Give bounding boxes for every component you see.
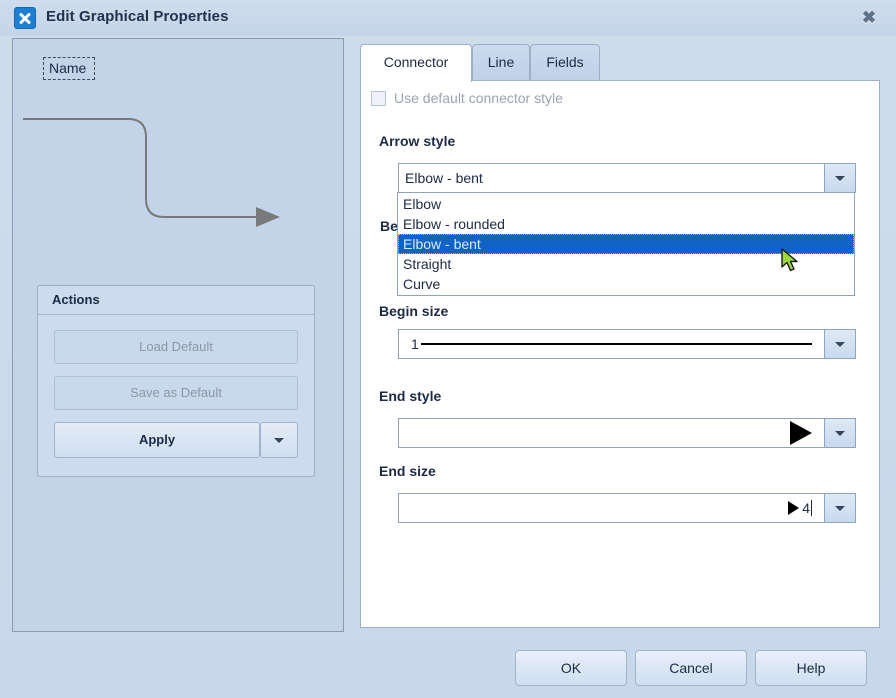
app-close-x-icon — [14, 7, 36, 29]
dropdown-option-straight[interactable]: Straight — [398, 254, 854, 274]
chevron-down-icon — [835, 175, 845, 181]
apply-dropdown-button[interactable] — [260, 422, 298, 458]
arrow-style-dropdown-button[interactable] — [824, 164, 855, 192]
tab-strip: Connector Line Fields — [360, 44, 880, 82]
begin-style-label-occluded: Be — [380, 218, 398, 234]
dialog-footer: OK Cancel Help — [0, 640, 896, 698]
end-size-value: 4 — [802, 500, 810, 516]
use-default-connector-style-label: Use default connector style — [394, 90, 563, 106]
apply-button[interactable]: Apply — [54, 422, 260, 458]
end-style-dropdown-button[interactable] — [824, 419, 855, 447]
connector-preview-panel: Name Actions Load Default Save as Defaul… — [12, 38, 344, 632]
connector-tab-panel: Use default connector style Arrow style … — [360, 80, 880, 628]
chevron-down-icon — [835, 430, 845, 436]
save-as-default-button[interactable]: Save as Default — [54, 376, 298, 410]
ok-button[interactable]: OK — [515, 650, 627, 686]
end-style-label: End style — [379, 388, 442, 404]
chevron-down-icon — [274, 438, 284, 444]
tab-fields[interactable]: Fields — [530, 44, 600, 80]
arrow-style-combobox[interactable]: Elbow - bent — [398, 163, 856, 193]
dialog-window: Edit Graphical Properties ✖ Name Actions… — [0, 0, 896, 698]
end-size-label: End size — [379, 463, 436, 479]
use-default-connector-style-row[interactable]: Use default connector style — [371, 90, 563, 106]
actions-group: Actions Load Default Save as Default App… — [37, 285, 315, 477]
dropdown-option-elbow-bent[interactable]: Elbow - bent — [398, 234, 854, 254]
begin-size-dropdown-button[interactable] — [824, 330, 855, 358]
solid-arrowhead-icon — [790, 421, 812, 445]
chevron-down-icon — [835, 341, 845, 347]
load-default-button[interactable]: Load Default — [54, 330, 298, 364]
page-title: Edit Graphical Properties — [46, 8, 229, 25]
dropdown-option-elbow-rounded[interactable]: Elbow - rounded — [398, 214, 854, 234]
end-size-combobox[interactable]: 4 — [398, 493, 856, 523]
text-caret — [811, 500, 812, 516]
connector-preview-graphic — [23, 118, 280, 227]
title-bar: Edit Graphical Properties ✖ — [0, 0, 896, 36]
actions-group-title: Actions — [52, 292, 100, 307]
arrow-style-dropdown-list[interactable]: Elbow Elbow - rounded Elbow - bent Strai… — [397, 192, 855, 296]
chevron-down-icon — [835, 505, 845, 511]
begin-size-line-preview — [420, 343, 812, 345]
arrow-style-label: Arrow style — [379, 133, 456, 149]
help-button[interactable]: Help — [755, 650, 867, 686]
tab-line[interactable]: Line — [472, 44, 530, 80]
end-style-combobox[interactable] — [398, 418, 856, 448]
begin-size-label: Begin size — [379, 303, 449, 319]
tab-connector[interactable]: Connector — [360, 44, 472, 82]
close-icon[interactable]: ✖ — [858, 8, 880, 28]
dropdown-option-curve[interactable]: Curve — [398, 274, 854, 294]
begin-size-combobox[interactable]: 1 — [398, 329, 856, 359]
small-arrowhead-icon — [788, 501, 800, 515]
use-default-connector-style-checkbox[interactable] — [371, 90, 386, 106]
actions-group-divider — [38, 314, 314, 315]
dropdown-option-elbow[interactable]: Elbow — [398, 194, 854, 214]
begin-size-value: 1 — [411, 336, 419, 352]
cancel-button[interactable]: Cancel — [635, 650, 747, 686]
end-size-dropdown-button[interactable] — [824, 494, 855, 522]
arrow-style-value: Elbow - bent — [405, 170, 483, 186]
